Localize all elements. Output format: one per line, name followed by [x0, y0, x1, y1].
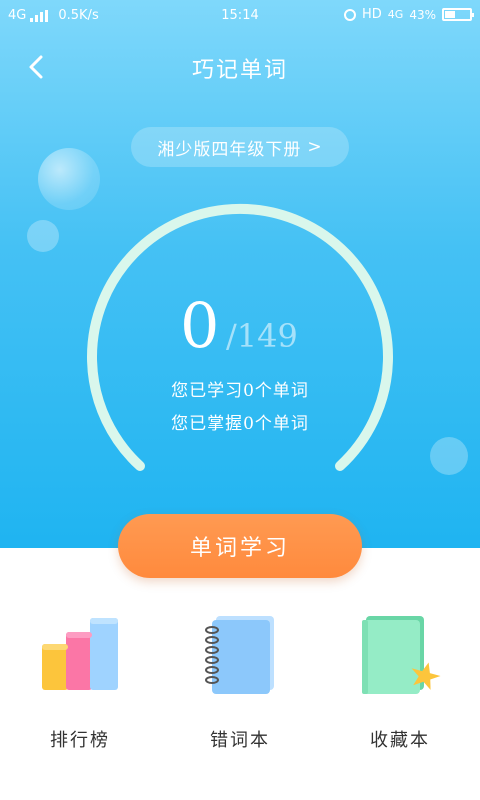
feature-wrong-words[interactable]: 错词本: [160, 606, 320, 766]
feature-label: 收藏本: [370, 730, 430, 751]
feature-label: 排行榜: [50, 730, 110, 751]
feature-leaderboard[interactable]: 排行榜: [0, 606, 160, 766]
battery-icon: [442, 8, 474, 21]
book-selector[interactable]: 湘少版四年级下册 >: [131, 127, 349, 167]
book-selector-label: 湘少版四年级下册: [157, 139, 302, 160]
word-study-button[interactable]: 单词学习: [118, 514, 362, 578]
leaderboard-icon: [42, 618, 118, 690]
page-title: 巧记单词: [191, 58, 288, 83]
hd-indicator: HD: [362, 7, 382, 22]
favorites-book-icon: [362, 616, 441, 694]
feature-favorites[interactable]: 收藏本: [320, 606, 480, 766]
network-type-2: 4G: [387, 8, 404, 21]
learned-summary: 您已学习0个单词: [171, 381, 309, 401]
notebook-icon: [205, 616, 274, 694]
alarm-icon: [344, 8, 356, 21]
status-bar: 4G 0.5K/s 15:14 HD 4G 43%: [0, 0, 480, 32]
mastered-summary: 您已掌握0个单词: [171, 414, 309, 434]
total-count: /149: [226, 317, 298, 355]
feature-label: 错词本: [210, 730, 270, 751]
learned-count: 0: [180, 289, 220, 362]
battery-percent: 43%: [409, 7, 436, 22]
chevron-right-icon: >: [307, 137, 323, 157]
